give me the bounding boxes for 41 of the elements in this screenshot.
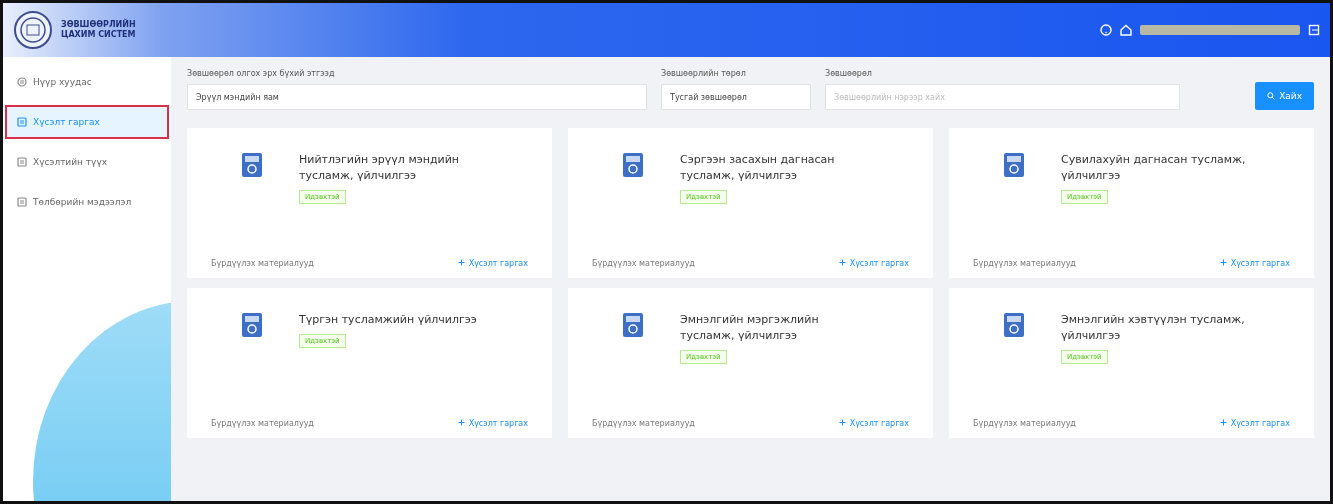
filter-label: Зөвшөөрөл <box>825 69 873 78</box>
sidebar-item[interactable]: Хүсэлт гаргах <box>5 105 169 139</box>
documents-label: Бүрдүүлэх материалууд <box>592 259 695 268</box>
request-link[interactable]: Хүсэлт гаргах <box>838 259 909 268</box>
sidebar-item[interactable]: Хүсэлтийн түүх <box>5 145 169 179</box>
documents-label: Бүрдүүлэх материалууд <box>973 419 1076 428</box>
request-link[interactable]: Хүсэлт гаргах <box>1219 259 1290 268</box>
plus-icon <box>1219 419 1227 426</box>
sidebar-item[interactable]: Нүүр хуудас <box>5 65 169 99</box>
card-title: Сэргээн засахын дагнасан тусламж, үйлчилгээ <box>680 152 836 184</box>
plus-icon <box>838 259 846 266</box>
documents-label: Бүрдүүлэх материалууд <box>973 259 1076 268</box>
help-icon[interactable] <box>1100 24 1112 36</box>
card-title: Түргэн тусламжийн үйлчилгээ <box>299 312 477 328</box>
filter-label: Зөвшөөрөл олгох эрх бүхий этгээд <box>187 69 336 78</box>
request-link[interactable]: Хүсэлт гаргах <box>457 419 528 428</box>
home-icon[interactable] <box>1120 24 1132 36</box>
documents-label: Бүрдүүлэх материалууд <box>211 259 314 268</box>
request-link[interactable]: Хүсэлт гаргах <box>838 419 909 428</box>
plus-icon <box>1219 259 1227 266</box>
request-link[interactable]: Хүсэлт гаргах <box>457 259 528 268</box>
plus-icon <box>457 259 465 266</box>
request-link[interactable]: Хүсэлт гаргах <box>1219 419 1290 428</box>
select-field[interactable]: Эрүүл мэндийн яам <box>187 84 647 110</box>
emblem-logo <box>13 10 53 50</box>
search-field[interactable]: Зөвшөөрлийн нэрээр хайх <box>825 84 1180 110</box>
documents-label: Бүрдүүлэх материалууд <box>592 419 695 428</box>
filter-label: Зөвшөөрлийн төрөл <box>661 69 747 78</box>
card-title: Сувилахуйн дагнасан тусламж, үйлчилгээ <box>1061 152 1247 184</box>
plus-icon <box>457 419 465 426</box>
sidebar-item[interactable]: Төлбөрийн мэдээлэл <box>5 185 169 219</box>
logo-text: ЦАХИМ СИСТЕМ <box>61 30 136 40</box>
select-field[interactable]: Тусгай зөвшөөрөл <box>661 84 811 110</box>
plus-icon <box>838 419 846 426</box>
search-icon <box>1267 92 1276 100</box>
card-title: Эмнэлгийн хэвтүүлэн тусламж, үйлчилгээ <box>1061 312 1246 344</box>
card-title: Эмнэлгийн мэргэжлийн тусламж, үйлчилгээ <box>680 312 820 344</box>
search-button[interactable]: Хайх <box>1255 82 1314 110</box>
documents-label: Бүрдүүлэх материалууд <box>211 419 314 428</box>
logo-text: ЗӨВШӨӨРЛИЙН <box>61 20 136 30</box>
card-title: Нийтлэгийн эрүүл мэндийн тусламж, үйлчилгээ <box>299 152 460 184</box>
